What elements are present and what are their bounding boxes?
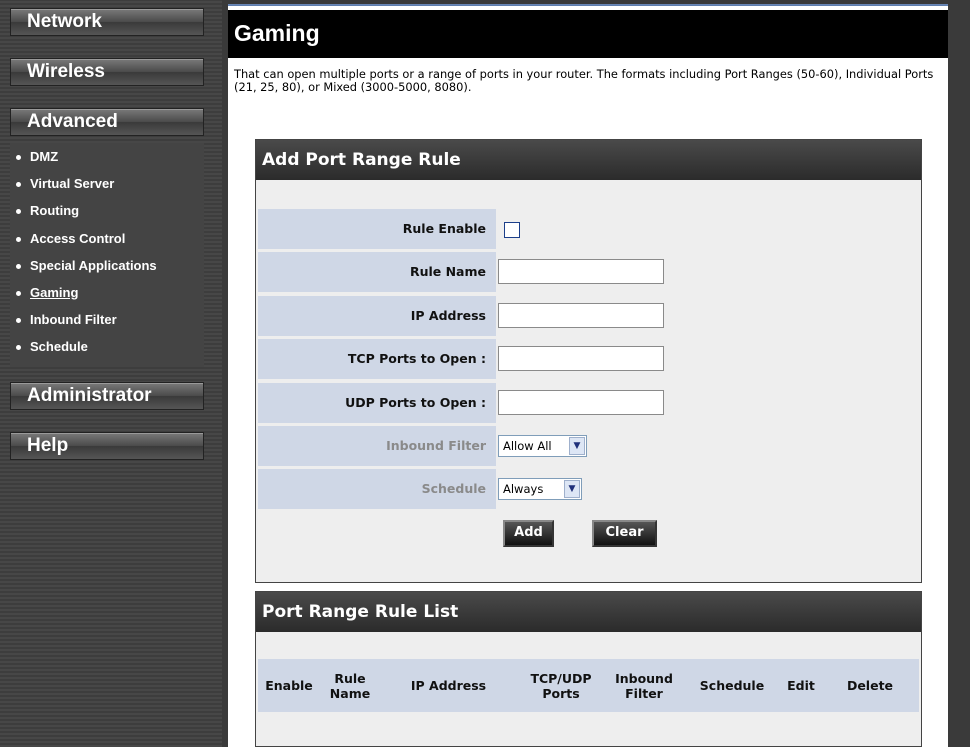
nav-advanced-button[interactable]: Advanced <box>10 108 204 136</box>
chevron-down-icon: ▼ <box>569 437 585 455</box>
submenu-item-virtual-server[interactable]: Virtual Server <box>10 170 204 197</box>
sidebar: Network Wireless Advanced DMZ Virtual Se… <box>0 0 222 747</box>
add-rule-panel: Add Port Range Rule Rule Enable Rule Nam… <box>255 139 922 583</box>
rule-name-label: Rule Name <box>258 252 496 292</box>
submenu-item-schedule[interactable]: Schedule <box>10 333 204 360</box>
tcp-ports-label: TCP Ports to Open : <box>258 339 496 379</box>
nav-network-button[interactable]: Network <box>10 8 204 36</box>
table-header-row: Enable Rule Name IP Address TCP/UDP Port… <box>258 659 919 712</box>
column-header-tcp-udp-ports: TCP/UDP Ports <box>517 659 605 712</box>
column-header-delete: Delete <box>821 659 919 712</box>
tcp-ports-input[interactable] <box>498 346 664 371</box>
add-rule-title: Add Port Range Rule <box>256 140 921 180</box>
chevron-down-icon: ▼ <box>564 480 580 498</box>
add-button[interactable]: Add <box>503 520 554 547</box>
column-header-enable: Enable <box>258 659 320 712</box>
advanced-submenu: DMZ Virtual Server Routing Access Contro… <box>10 143 204 367</box>
inbound-filter-value: Allow All <box>503 439 552 453</box>
submenu-item-routing[interactable]: Routing <box>10 197 204 224</box>
column-header-inbound-filter: Inbound Filter <box>605 659 683 712</box>
inbound-filter-label: Inbound Filter <box>258 426 496 466</box>
submenu-item-inbound-filter[interactable]: Inbound Filter <box>10 306 204 333</box>
submenu-item-dmz[interactable]: DMZ <box>10 143 204 170</box>
main-content: Gaming That can open multiple ports or a… <box>228 6 948 747</box>
ip-address-input[interactable] <box>498 303 664 328</box>
submenu-item-access-control[interactable]: Access Control <box>10 225 204 252</box>
submenu-item-special-applications[interactable]: Special Applications <box>10 252 204 279</box>
nav-wireless-button[interactable]: Wireless <box>10 58 204 86</box>
udp-ports-input[interactable] <box>498 390 664 415</box>
rule-name-input[interactable] <box>498 259 664 284</box>
rule-list-table: Enable Rule Name IP Address TCP/UDP Port… <box>258 659 919 712</box>
schedule-select[interactable]: Always ▼ <box>498 478 582 500</box>
column-header-ip-address: IP Address <box>380 659 517 712</box>
column-header-edit: Edit <box>781 659 821 712</box>
rule-enable-checkbox[interactable] <box>504 222 520 238</box>
nav-administrator-button[interactable]: Administrator <box>10 382 204 410</box>
column-header-schedule: Schedule <box>683 659 781 712</box>
inbound-filter-select[interactable]: Allow All ▼ <box>498 435 587 457</box>
rule-list-panel: Port Range Rule List Enable Rule Name IP… <box>255 591 922 747</box>
column-header-rule-name: Rule Name <box>320 659 380 712</box>
schedule-value: Always <box>503 482 544 496</box>
page-title: Gaming <box>228 10 948 58</box>
submenu-item-gaming[interactable]: Gaming <box>10 279 204 306</box>
clear-button[interactable]: Clear <box>592 520 657 547</box>
rule-list-title: Port Range Rule List <box>256 592 921 632</box>
nav-help-button[interactable]: Help <box>10 432 204 460</box>
ip-address-label: IP Address <box>258 296 496 336</box>
udp-ports-label: UDP Ports to Open : <box>258 383 496 423</box>
rule-enable-label: Rule Enable <box>258 209 496 249</box>
intro-text: That can open multiple ports or a range … <box>234 67 934 94</box>
schedule-label: Schedule <box>258 469 496 509</box>
